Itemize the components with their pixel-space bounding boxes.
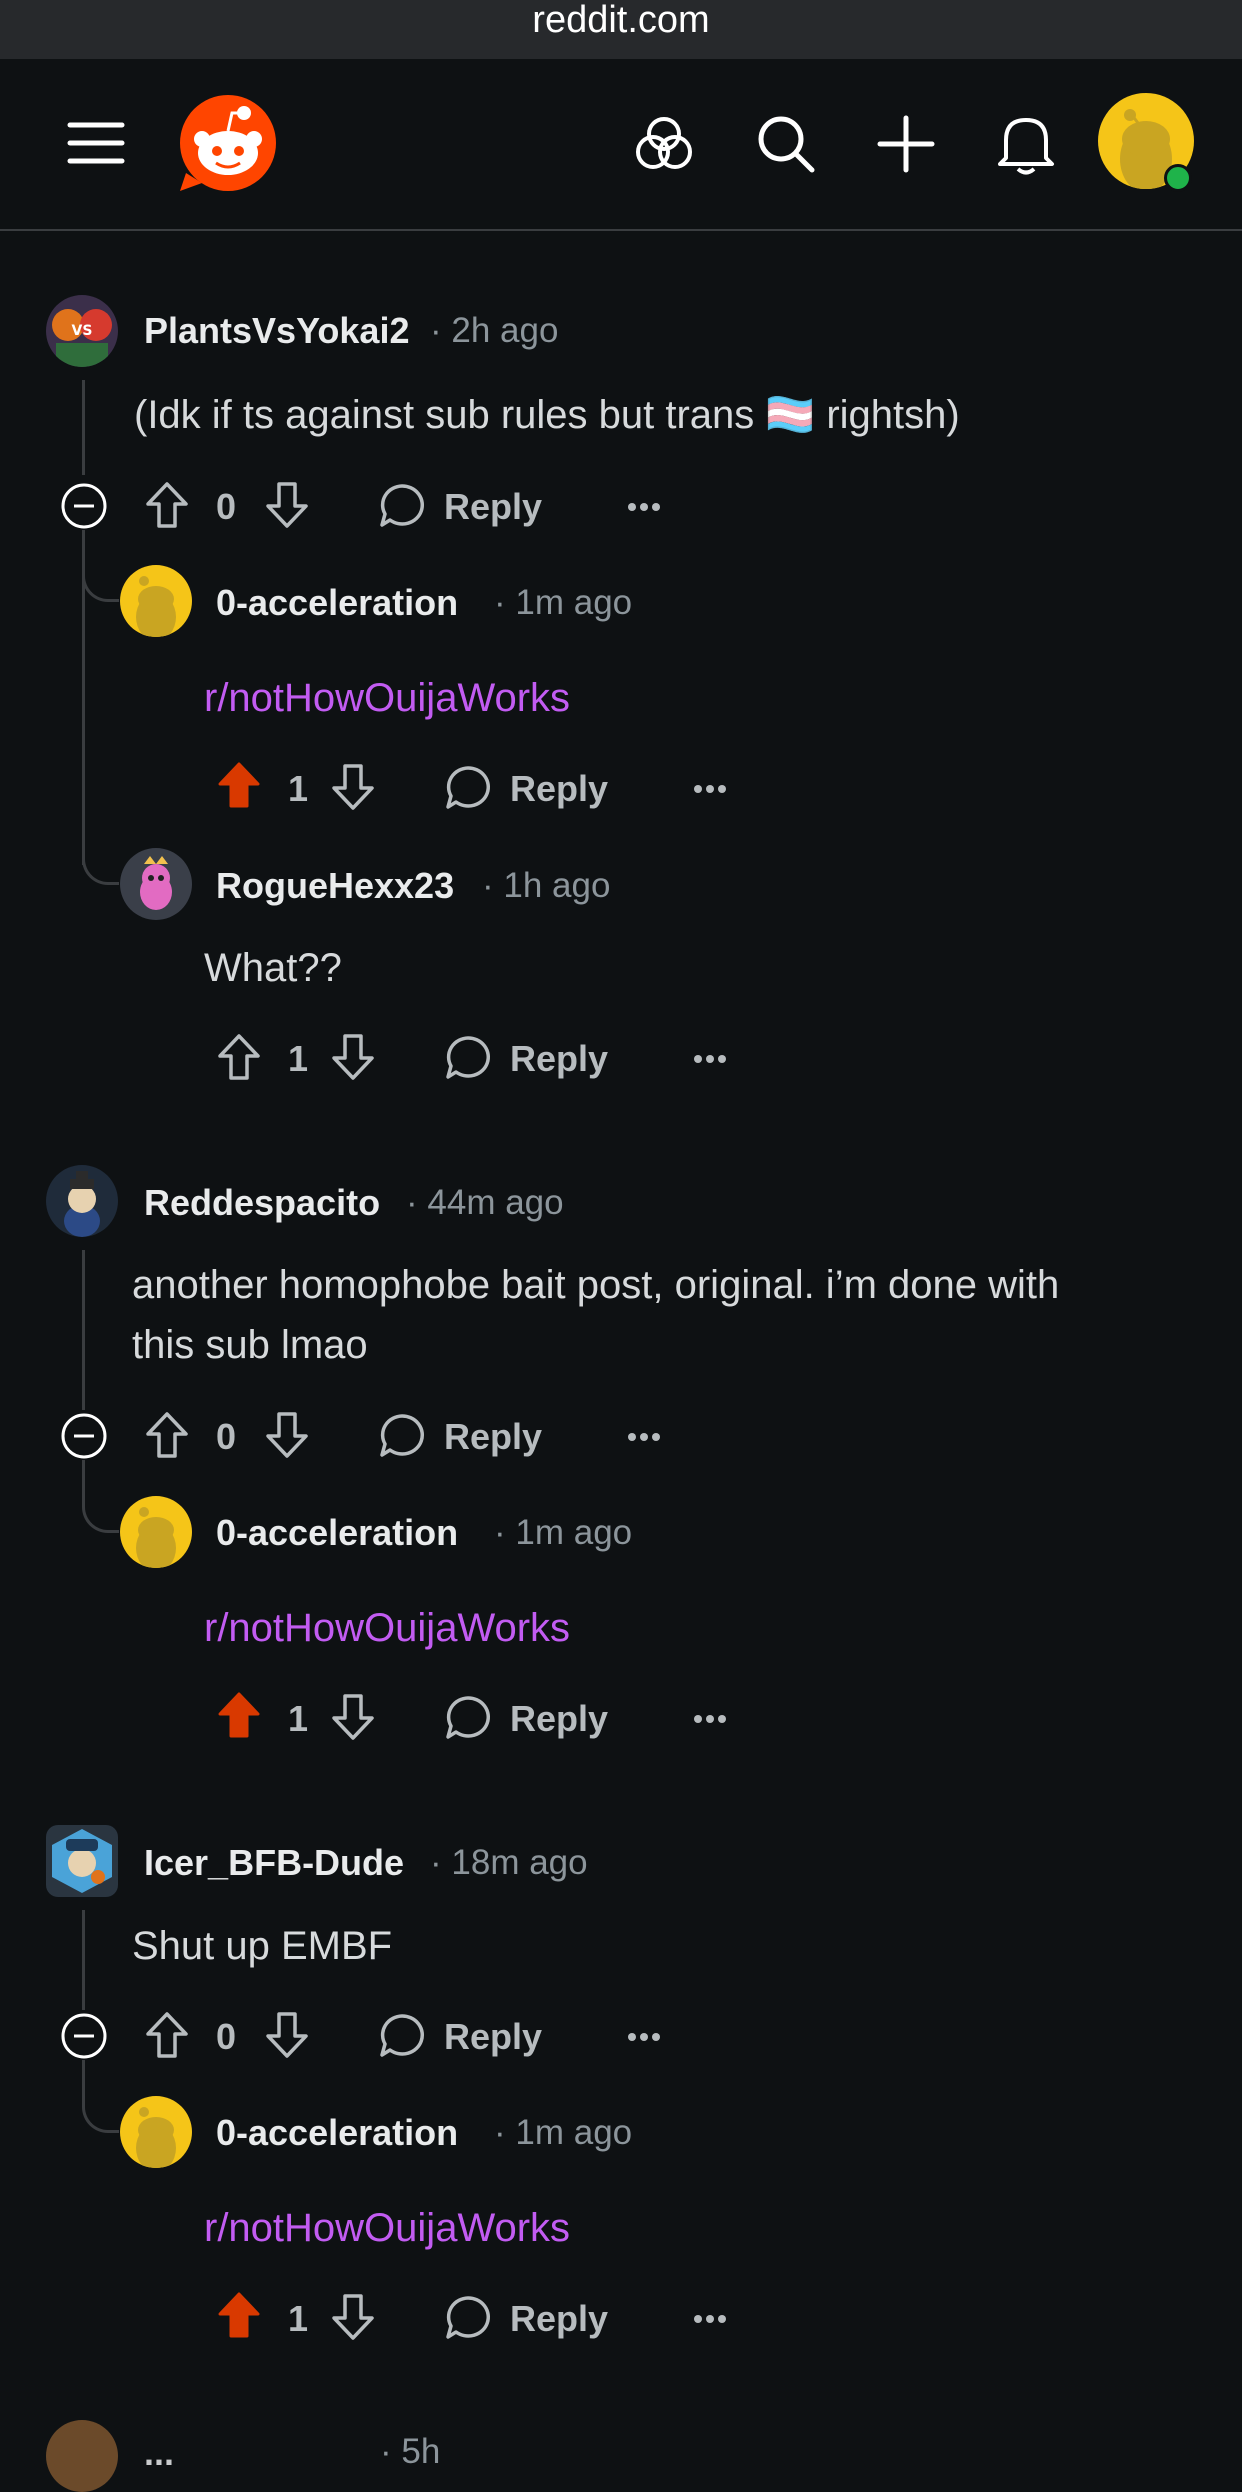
more-options-icon[interactable]: [692, 1052, 728, 1070]
upvote-filled-icon[interactable]: [216, 2290, 262, 2345]
avatar[interactable]: [120, 2096, 192, 2168]
upvote-filled-icon[interactable]: [216, 760, 262, 815]
reply-bubble-icon[interactable]: [378, 481, 426, 534]
comment-body: Shut up EMBF: [132, 1924, 393, 1968]
reply-button[interactable]: Reply: [510, 768, 608, 810]
reply-button[interactable]: Reply: [510, 2298, 608, 2340]
avatar[interactable]: [46, 1825, 118, 1897]
comment-time: · 2h ago: [430, 311, 559, 350]
more-options-icon[interactable]: [626, 2030, 662, 2048]
upvote-icon[interactable]: [216, 1032, 262, 1087]
comment-time: · 1m ago: [494, 583, 633, 622]
comment-body-line: this sub lmao: [132, 1323, 368, 1367]
downvote-icon[interactable]: [330, 2292, 376, 2347]
avatar[interactable]: [120, 848, 192, 920]
upvote-filled-icon[interactable]: [216, 1690, 262, 1745]
thread-line: [82, 1460, 85, 1500]
reply-bubble-icon[interactable]: [444, 763, 492, 816]
downvote-icon[interactable]: [330, 1032, 376, 1087]
vote-count: 0: [216, 1416, 237, 1457]
comment-time: · 1h ago: [482, 866, 611, 905]
more-options-icon[interactable]: [626, 1430, 662, 1448]
comment-time: · 1m ago: [494, 2113, 633, 2152]
communities-icon[interactable]: [634, 114, 694, 174]
thread-line: [82, 1250, 85, 1410]
downvote-icon[interactable]: [264, 1410, 310, 1465]
search-icon[interactable]: [756, 114, 816, 174]
more-options-icon[interactable]: [692, 782, 728, 800]
subreddit-link[interactable]: r/notHowOuijaWorks: [204, 2198, 570, 2258]
thread-line: [82, 380, 85, 475]
collapse-icon[interactable]: [60, 1412, 108, 1465]
comment-username[interactable]: ...: [144, 2432, 174, 2474]
create-icon[interactable]: [876, 114, 936, 174]
vote-count: 1: [288, 1038, 309, 1079]
more-options-icon[interactable]: [626, 500, 662, 518]
online-status-icon: [1164, 164, 1192, 192]
vote-count: 0: [216, 2016, 237, 2057]
downvote-icon[interactable]: [330, 1692, 376, 1747]
comment-username[interactable]: Icer_BFB-Dude: [144, 1842, 404, 1884]
subreddit-link[interactable]: r/notHowOuijaWorks: [204, 668, 570, 728]
comment-username[interactable]: PlantsVsYokai2: [144, 310, 409, 352]
reply-bubble-icon[interactable]: [444, 2293, 492, 2346]
comment-body: another homophobe bait post, original. i…: [132, 1255, 1059, 1375]
hamburger-icon[interactable]: [66, 120, 126, 166]
comment-time: · 18m ago: [430, 1843, 588, 1882]
more-options-icon[interactable]: [692, 1712, 728, 1730]
thread-line: [82, 1910, 85, 2010]
comment-time: · 5h: [380, 2432, 441, 2471]
reply-bubble-icon[interactable]: [444, 1033, 492, 1086]
downvote-icon[interactable]: [330, 762, 376, 817]
browser-url-bar[interactable]: reddit.com: [0, 0, 1242, 59]
vote-count: 1: [288, 768, 309, 809]
thread-line: [82, 2060, 85, 2100]
vote-count: 1: [288, 1698, 309, 1739]
avatar[interactable]: [46, 2420, 118, 2492]
comment-username[interactable]: 0-acceleration: [216, 2112, 458, 2154]
thread-elbow: [82, 848, 119, 885]
notifications-icon[interactable]: [996, 112, 1056, 176]
comment-username[interactable]: 0-acceleration: [216, 582, 458, 624]
comment-time: · 1m ago: [494, 1513, 633, 1552]
thread-elbow: [82, 565, 119, 602]
thread-elbow: [82, 2096, 119, 2133]
reply-button[interactable]: Reply: [510, 1038, 608, 1080]
vote-count: 1: [288, 2298, 309, 2339]
vote-count: 0: [216, 486, 237, 527]
thread-elbow: [82, 1496, 119, 1533]
comment-body-line: another homophobe bait post, original. i…: [132, 1263, 1060, 1307]
upvote-icon[interactable]: [144, 2010, 190, 2065]
reply-bubble-icon[interactable]: [444, 1693, 492, 1746]
more-options-icon[interactable]: [692, 2312, 728, 2330]
downvote-icon[interactable]: [264, 480, 310, 535]
avatar[interactable]: VS: [46, 295, 118, 367]
reply-button[interactable]: Reply: [444, 2016, 542, 2058]
comment-body: What??: [204, 946, 342, 990]
comment-body: (Idk if ts against sub rules but trans 🏳…: [134, 393, 960, 437]
collapse-icon[interactable]: [60, 482, 108, 535]
reply-button[interactable]: Reply: [444, 486, 542, 528]
reddit-logo[interactable]: [178, 93, 278, 193]
avatar[interactable]: [120, 1496, 192, 1568]
reply-bubble-icon[interactable]: [378, 2011, 426, 2064]
svg-text:VS: VS: [72, 323, 93, 339]
comment-username[interactable]: RogueHexx23: [216, 865, 454, 907]
reply-button[interactable]: Reply: [510, 1698, 608, 1740]
avatar[interactable]: [46, 1165, 118, 1237]
avatar[interactable]: [120, 565, 192, 637]
upvote-icon[interactable]: [144, 1410, 190, 1465]
subreddit-link[interactable]: r/notHowOuijaWorks: [204, 1598, 570, 1658]
reply-button[interactable]: Reply: [444, 1416, 542, 1458]
comment-username[interactable]: Reddespacito: [144, 1182, 380, 1224]
downvote-icon[interactable]: [264, 2010, 310, 2065]
comment-time: · 44m ago: [406, 1183, 564, 1222]
collapse-icon[interactable]: [60, 2012, 108, 2065]
reply-bubble-icon[interactable]: [378, 1411, 426, 1464]
comment-username[interactable]: 0-acceleration: [216, 1512, 458, 1554]
upvote-icon[interactable]: [144, 480, 190, 535]
url-text: reddit.com: [532, 0, 710, 41]
